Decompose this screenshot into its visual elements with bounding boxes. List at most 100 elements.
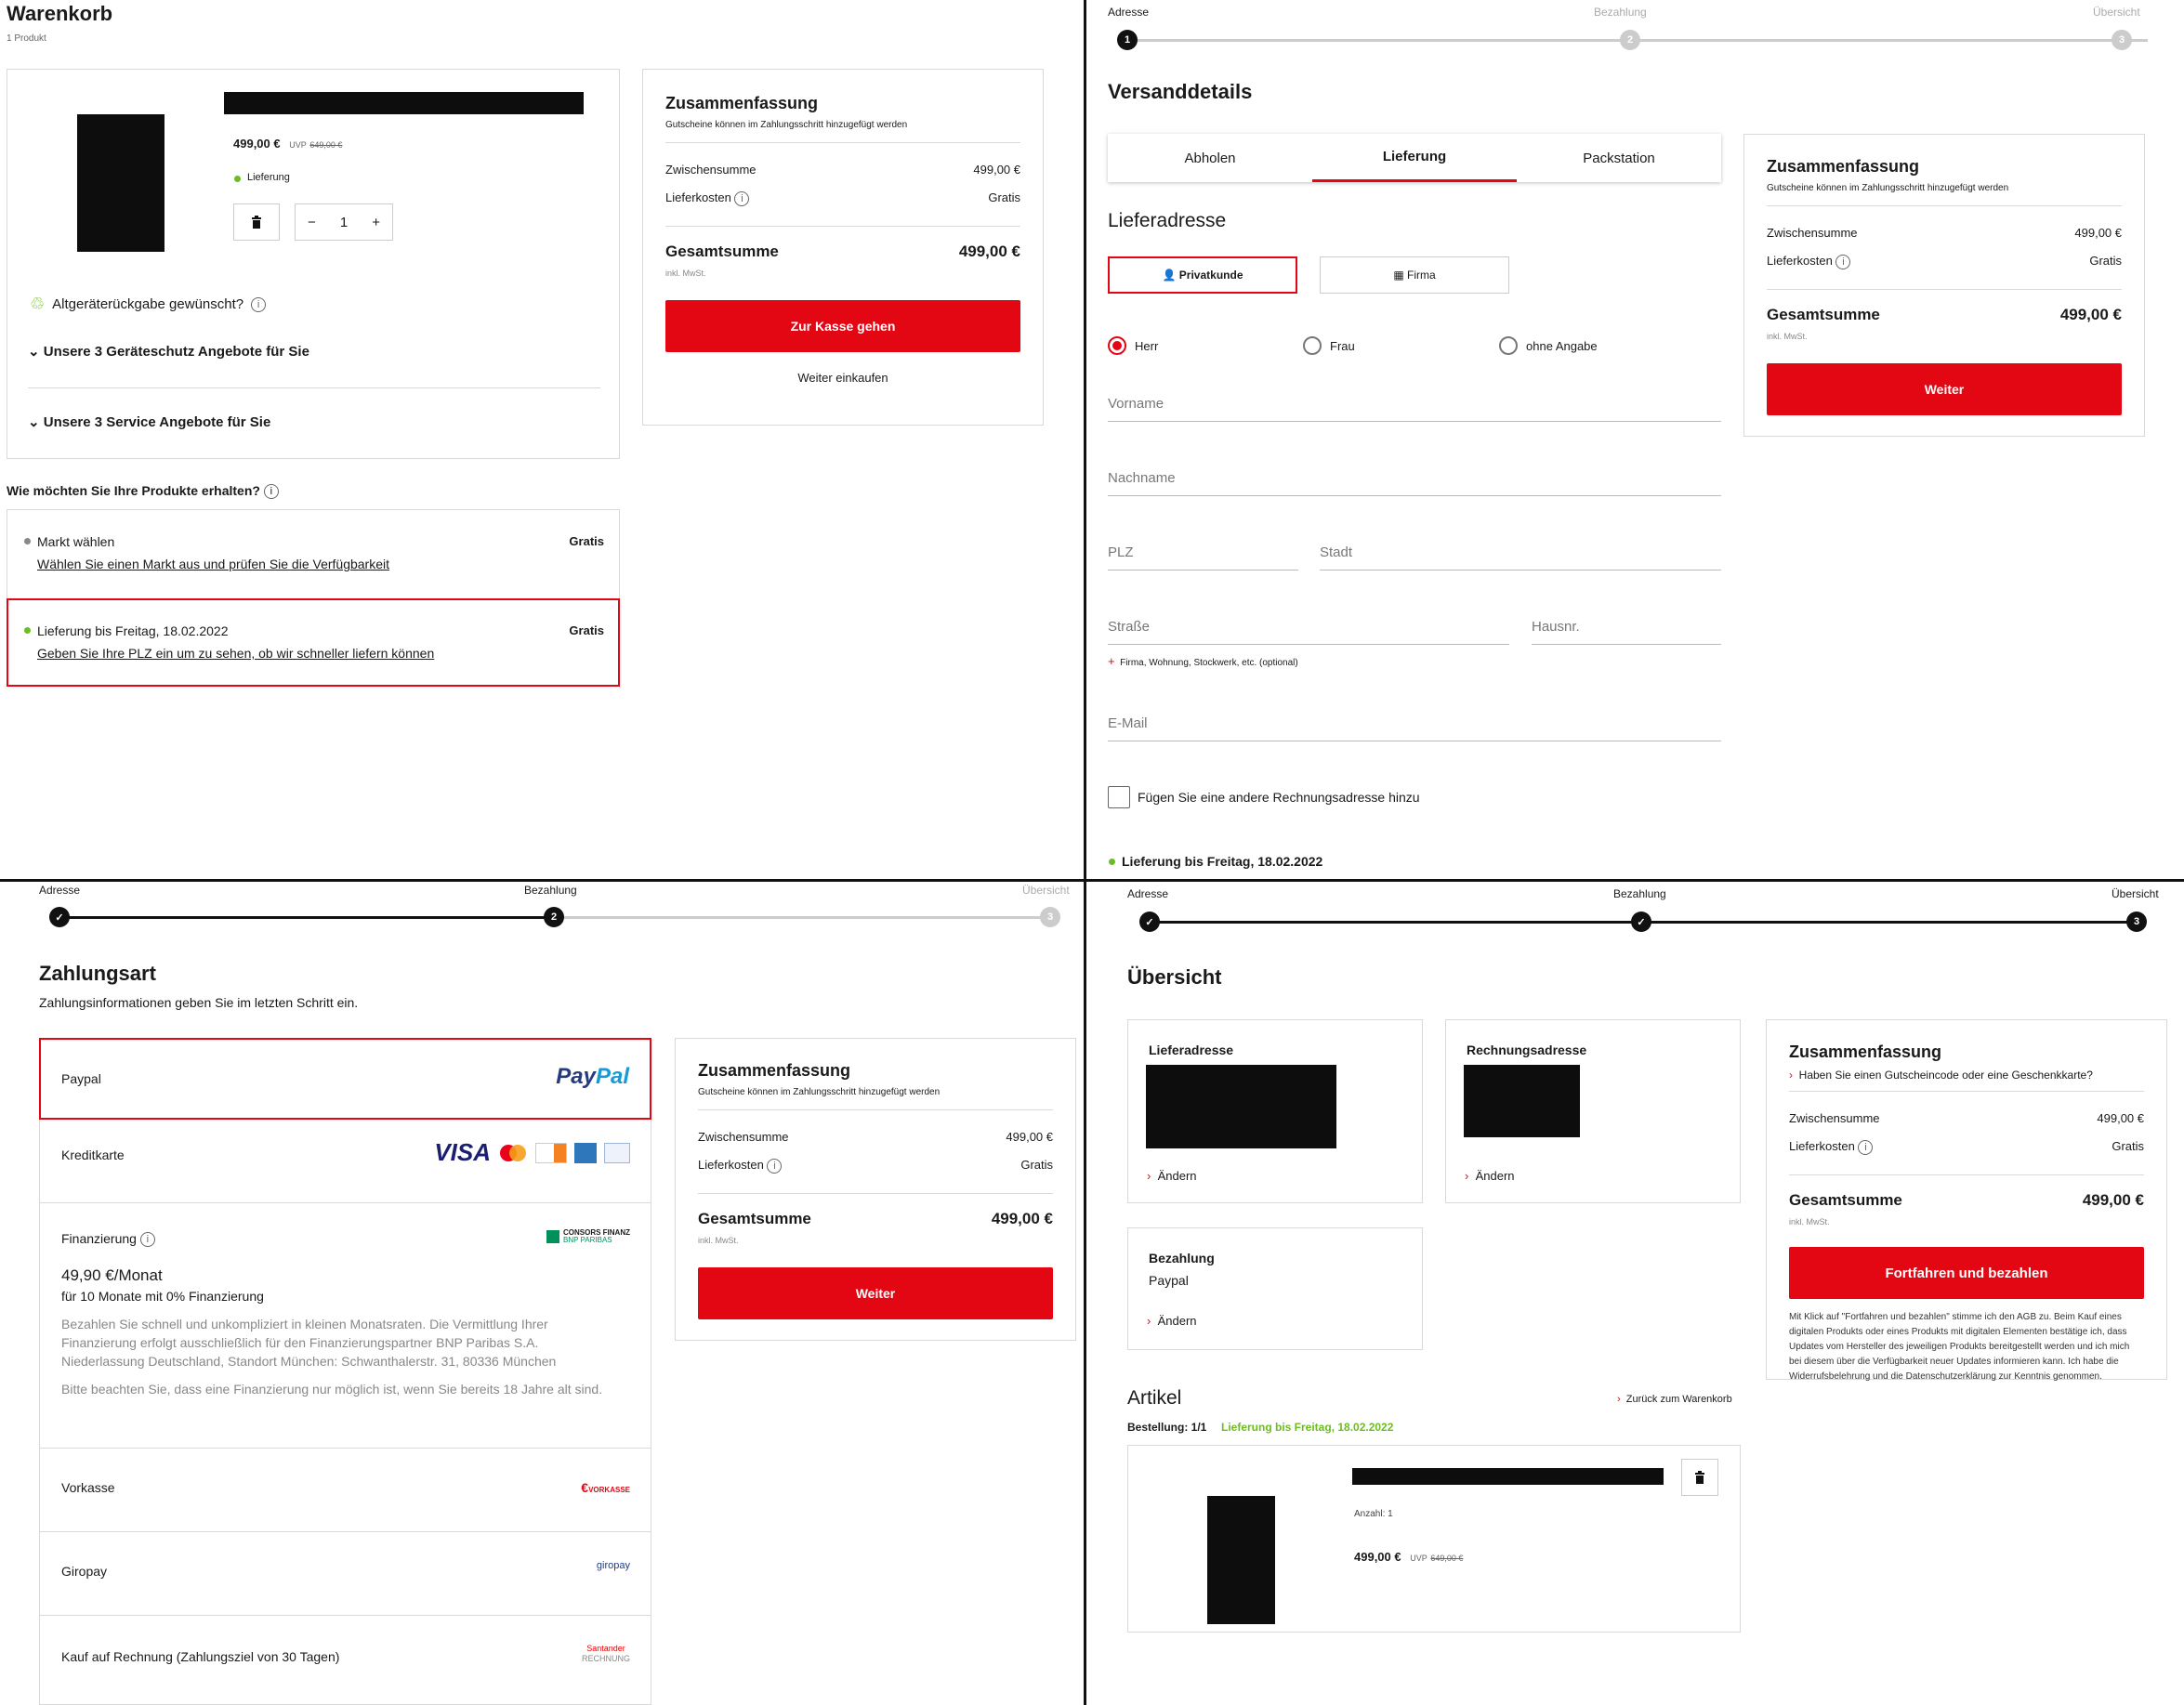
payment-option-card[interactable]: Kreditkarte VISA [39, 1120, 651, 1203]
visa-logo: VISA [434, 1138, 491, 1166]
street-field[interactable]: Straße [1108, 619, 1509, 645]
chevron-right-icon: › [1147, 1169, 1151, 1183]
lastname-field[interactable]: Nachname [1108, 470, 1721, 496]
city-field[interactable]: Stadt [1320, 544, 1721, 571]
next-button[interactable]: Weiter [698, 1267, 1053, 1319]
card-label: Kreditkarte [61, 1148, 125, 1162]
subtotal-label: Zwischensumme [1789, 1111, 1880, 1125]
service-offers-toggle[interactable]: ⌄ Unsere 3 Service Angebote für Sie [28, 413, 270, 430]
divider [1767, 205, 2122, 206]
article-price: 499,00 € [1354, 1550, 1401, 1564]
divider [665, 142, 1020, 143]
article-price-row: 499,00 € UVP 649,00 € [1354, 1550, 1463, 1564]
info-icon[interactable]: i [139, 1232, 155, 1248]
product-image [77, 114, 164, 252]
recycle-row[interactable]: ♲ Altgeräterückgabe gewünscht? i [30, 295, 267, 314]
cart-panel: Warenkorb 1 Produkt 499,00 € UVP 649,00 … [0, 0, 1084, 879]
change-payment-link[interactable]: › Ändern [1147, 1314, 1197, 1328]
uvp-label: UVP [289, 140, 307, 150]
page-title: Warenkorb [7, 2, 113, 25]
payment-title: Zahlungsart [39, 962, 156, 985]
delivery-question-row: Wie möchten Sie Ihre Produkte erhalten? … [7, 483, 279, 500]
subtotal-label: Zwischensumme [1767, 226, 1858, 240]
step-label-address: Adresse [1127, 887, 1169, 900]
email-field[interactable]: E-Mail [1108, 715, 1721, 741]
payment-method-card: Bezahlung Paypal › Ändern [1127, 1227, 1423, 1350]
info-icon[interactable]: i [263, 484, 279, 500]
product-image [1207, 1496, 1275, 1624]
summary-title: Zusammenfassung [698, 1061, 851, 1080]
delivery-link[interactable]: Geben Sie Ihre PLZ ein um zu sehen, ob w… [37, 646, 434, 661]
protection-offers-toggle[interactable]: ⌄ Unsere 3 Geräteschutz Angebote für Sie [28, 343, 309, 360]
info-icon[interactable]: i [251, 296, 267, 312]
change-billing-address-link[interactable]: › Ändern [1465, 1169, 1515, 1183]
next-button[interactable]: Weiter [1767, 363, 2122, 415]
delete-button[interactable] [233, 203, 280, 241]
payment-option-prepay[interactable]: Vorkasse €VORKASSE [39, 1449, 651, 1532]
step-1-dot: 1 [1117, 30, 1138, 50]
total-value: 499,00 € [991, 1210, 1053, 1227]
address-extra-link[interactable]: + Firma, Wohnung, Stockwerk, etc. (optio… [1108, 654, 1298, 668]
overview-title: Übersicht [1127, 965, 1222, 989]
change-shipping-address-link[interactable]: › Ändern [1147, 1169, 1197, 1183]
subtotal-value: 499,00 € [2097, 1111, 2144, 1125]
minus-icon[interactable]: − [308, 215, 316, 230]
quantity-stepper[interactable]: − 1 + [295, 203, 393, 241]
customer-type-company[interactable]: ▦ Firma [1320, 256, 1509, 294]
info-icon[interactable]: i [1835, 254, 1851, 269]
invoice-label: Kauf auf Rechnung (Zahlungsziel von 30 T… [61, 1649, 340, 1664]
voucher-link[interactable]: › Haben Sie einen Gutscheincode oder ein… [1789, 1069, 2093, 1082]
delivery-date: Lieferung bis Freitag, 18.02.2022 [1221, 1421, 1394, 1434]
check-icon: ✓ [1145, 916, 1154, 928]
paypal-logo: PayPal [556, 1064, 629, 1090]
step-3-number: 3 [2133, 916, 2140, 927]
info-icon[interactable]: i [1858, 1139, 1874, 1155]
shipping-value: Gratis [2089, 254, 2122, 268]
delivery-date: Lieferung bis Freitag, 18.02.2022 [1122, 854, 1323, 869]
continue-shopping-link[interactable]: Weiter einkaufen [643, 371, 1043, 385]
vat-note: inkl. MwSt. [665, 269, 706, 278]
back-to-cart-link[interactable]: › Zurück zum Warenkorb [1617, 1394, 1732, 1405]
salutation-herr-radio[interactable] [1108, 336, 1126, 355]
recycle-label: Altgeräterückgabe gewünscht? [52, 296, 244, 312]
market-option[interactable]: Markt wählen Gratis Wählen Sie einen Mar… [7, 509, 620, 598]
payment-subtitle: Zahlungsinformationen geben Sie im letzt… [39, 995, 359, 1010]
shipping-value: Gratis [2112, 1139, 2144, 1153]
delete-button[interactable] [1681, 1459, 1718, 1496]
market-title: Markt wählen [37, 534, 115, 549]
summary-card: Zusammenfassung Gutscheine können im Zah… [1743, 134, 2145, 437]
uvp-price: 649,00 € [1430, 1554, 1464, 1563]
voucher-label: Haben Sie einen Gutscheincode oder eine … [1798, 1069, 2093, 1082]
tab-packstation[interactable]: Packstation [1517, 134, 1721, 182]
delivery-option[interactable]: Lieferung bis Freitag, 18.02.2022 Gratis… [7, 598, 620, 687]
tab-pickup[interactable]: Abholen [1108, 134, 1312, 182]
payment-option-financing[interactable]: Finanzierung i CONSORS FINANZ BNP PARIBAS… [39, 1203, 651, 1449]
rechnung-logo-text: RECHNUNG [581, 1654, 630, 1663]
info-icon[interactable]: i [734, 190, 750, 206]
market-link[interactable]: Wählen Sie einen Markt aus und prüfen Si… [37, 557, 389, 571]
salutation-none-radio[interactable] [1499, 336, 1518, 355]
mastercard-logo [498, 1143, 528, 1163]
building-icon: ▦ [1393, 269, 1404, 282]
product-name-redacted [224, 92, 584, 114]
salutation-frau-radio[interactable] [1303, 336, 1322, 355]
step-label-address: Adresse [39, 884, 81, 897]
house-number-field[interactable]: Hausnr. [1532, 619, 1721, 645]
summary-card: Zusammenfassung › Haben Sie einen Gutsch… [1766, 1019, 2167, 1382]
plus-icon[interactable]: + [372, 215, 380, 230]
shipping-label: Lieferkosten [1789, 1139, 1855, 1153]
payment-option-invoice[interactable]: Kauf auf Rechnung (Zahlungsziel von 30 T… [39, 1616, 651, 1705]
pay-button[interactable]: Fortfahren und bezahlen [1789, 1247, 2144, 1299]
payment-option-paypal[interactable]: Paypal PayPal [39, 1038, 651, 1120]
payment-option-giropay[interactable]: Giropay giropay [39, 1532, 651, 1616]
product-name-redacted [1352, 1468, 1664, 1485]
legal-text: Mit Klick auf "Fortfahren und bezahlen" … [1789, 1312, 2130, 1382]
tab-delivery[interactable]: Lieferung [1312, 134, 1517, 182]
zip-field[interactable]: PLZ [1108, 544, 1298, 571]
billing-address-checkbox[interactable] [1108, 786, 1130, 808]
customer-type-private[interactable]: 👤 Privatkunde [1108, 256, 1297, 294]
recycle-icon: ♲ [30, 295, 46, 313]
firstname-field[interactable]: Vorname [1108, 396, 1721, 422]
info-icon[interactable]: i [767, 1158, 783, 1174]
checkout-button[interactable]: Zur Kasse gehen [665, 300, 1020, 352]
